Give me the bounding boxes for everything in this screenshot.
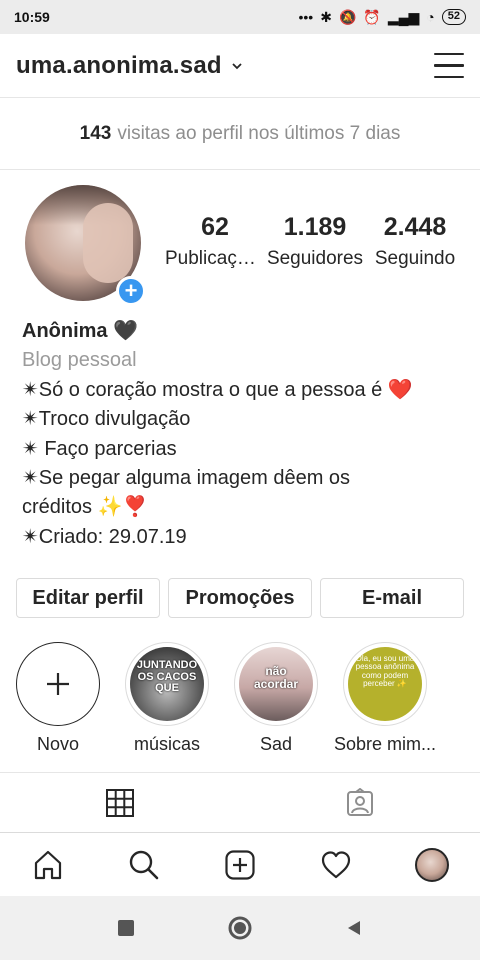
posts-count: 62 (201, 213, 229, 241)
nav-profile[interactable] (402, 835, 462, 895)
followers-count: 1.189 (283, 213, 347, 241)
nav-home[interactable] (18, 835, 78, 895)
display-name: Anônima 🖤 (22, 320, 139, 342)
bio: Anônima 🖤 Blog pessoal ✴Só o coração mos… (22, 317, 472, 552)
bottom-navigation (0, 832, 480, 896)
visits-count: 143 (79, 122, 112, 144)
heart-icon (321, 850, 351, 878)
highlight-sad[interactable]: não acordar Sad (221, 642, 331, 755)
status-bar: 10:59 ••• ✱ 🔕 ⏰ ▂▄▆ ◔ 52 (0, 0, 480, 34)
home-button[interactable] (225, 913, 255, 943)
nav-search[interactable] (114, 835, 174, 895)
grid-icon (106, 788, 134, 817)
menu-icon[interactable] (434, 52, 464, 79)
add-story-plus-icon[interactable]: + (116, 276, 146, 306)
chevron-down-icon[interactable] (232, 61, 242, 71)
back-triangle-icon (348, 921, 360, 935)
nav-activity[interactable] (306, 835, 366, 895)
mute-icon: 🔕 (338, 9, 357, 25)
promotions-button[interactable]: Promoções (168, 578, 312, 618)
highlight-label: Novo (36, 734, 80, 754)
bio-line: ✴Troco divulgação (22, 408, 191, 431)
highlight-cover: não acordar (239, 647, 313, 721)
following-label: Seguindo (374, 248, 456, 269)
username[interactable]: uma.anonima.sad (16, 52, 222, 80)
profile-avatar (415, 847, 449, 882)
add-post-icon (225, 849, 255, 880)
stat-followers[interactable]: 1.189 Seguidores (265, 213, 365, 270)
profile-actions: Editar perfil Promoções E-mail (16, 578, 464, 618)
highlight-cover-text: JUNTANDO OS CACOS QUE (136, 659, 198, 695)
home-circle-icon (228, 916, 252, 940)
battery-icon: 52 (441, 9, 466, 25)
followers-label: Seguidores (266, 248, 364, 269)
profile-header: uma.anonima.sad (0, 34, 480, 98)
alarm-icon: ⏰ (363, 9, 381, 25)
back-button[interactable] (339, 913, 369, 943)
tab-tagged[interactable] (240, 773, 480, 832)
highlight-cover: Ola, eu sou uma pessoa anônima como pode… (348, 647, 422, 721)
following-count: 2.448 (383, 213, 447, 241)
dots-icon: ••• (298, 9, 314, 25)
highlight-cover-text: não acordar (253, 664, 299, 691)
new-highlight-ring[interactable] (16, 642, 100, 726)
bio-line: ✴ Faço parcerias (22, 437, 177, 460)
status-icons: ••• ✱ 🔕 ⏰ ▂▄▆ ◔ 52 (298, 9, 466, 25)
edit-profile-button[interactable]: Editar perfil (16, 578, 160, 618)
highlight-label: Sobre mim... (333, 734, 437, 754)
profile-visits-banner[interactable]: 143 visitas ao perfil nos últimos 7 dias (0, 98, 480, 170)
tab-grid[interactable] (0, 773, 240, 832)
nav-new-post[interactable] (210, 835, 270, 895)
bio-line: ✴Criado: 29.07.19 (22, 525, 187, 548)
avatar-container[interactable]: + (25, 185, 146, 306)
highlight-musicas[interactable]: JUNTANDO OS CACOS QUE músicas (112, 642, 222, 755)
system-navigation (0, 896, 480, 960)
highlight-label: músicas (133, 734, 200, 754)
clock: 10:59 (14, 9, 50, 25)
search-icon (129, 850, 159, 879)
highlight-cover-text: Ola, eu sou uma pessoa anônima como pode… (355, 654, 415, 689)
category-label: Blog pessoal (22, 349, 137, 372)
bio-line: créditos ✨❣️ (22, 496, 148, 519)
tagged-person-icon (347, 787, 373, 816)
home-icon (34, 850, 62, 879)
bio-line: ✴Se pegar alguma imagem dêem os (22, 467, 351, 490)
bio-line: ✴Só o coração mostra o que a pessoa é ❤️ (22, 378, 413, 401)
stat-posts[interactable]: 62 Publicações (165, 213, 265, 270)
highlight-new[interactable]: Novo (3, 642, 113, 755)
visits-text: visitas ao perfil nos últimos 7 dias (117, 122, 401, 144)
profile-tabs (0, 772, 480, 832)
profile-stats: 62 Publicações 1.189 Seguidores 2.448 Se… (165, 213, 465, 270)
email-button[interactable]: E-mail (320, 578, 464, 618)
highlight-label: Sad (259, 734, 293, 754)
signal-icon: ▂▄▆ (387, 9, 420, 25)
plus-icon (47, 673, 69, 695)
stat-following[interactable]: 2.448 Seguindo (365, 213, 465, 270)
highlight-sobre-mim[interactable]: Ola, eu sou uma pessoa anônima como pode… (330, 642, 440, 755)
posts-label: Publicações (165, 248, 265, 269)
story-highlights: Novo JUNTANDO OS CACOS QUE músicas não a… (0, 642, 480, 762)
wifi-icon: ◔ (426, 9, 435, 25)
bluetooth-icon: ✱ (320, 9, 332, 25)
highlight-cover: JUNTANDO OS CACOS QUE (130, 647, 204, 721)
recents-button[interactable] (111, 913, 141, 943)
recents-square-icon (118, 920, 134, 936)
